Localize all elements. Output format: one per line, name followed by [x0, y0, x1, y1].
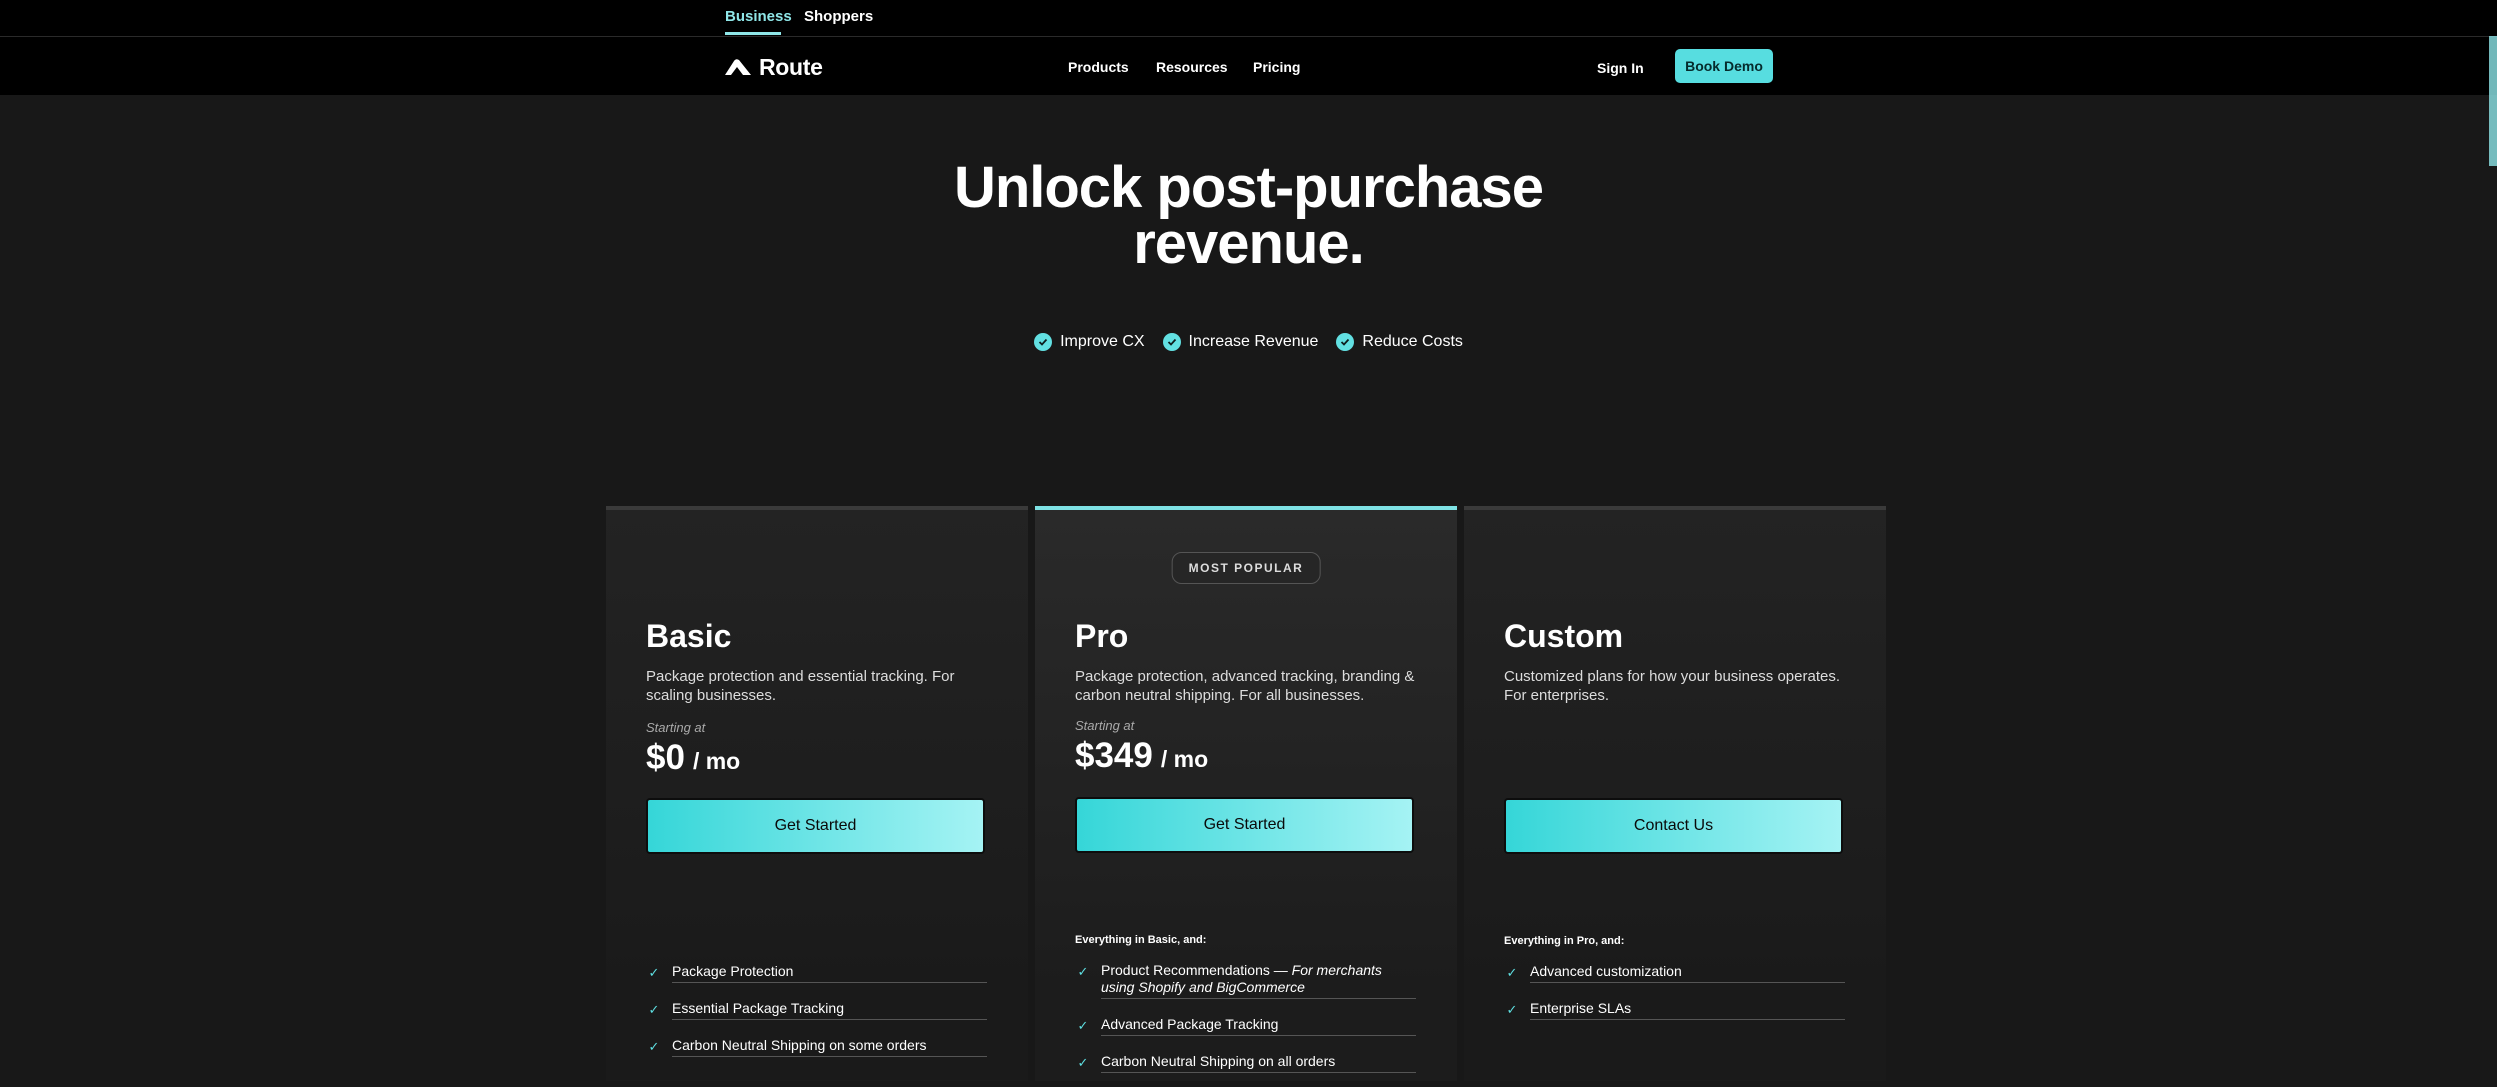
benefit-label: Improve CX: [1060, 333, 1145, 350]
plan-name: Custom: [1504, 618, 1624, 654]
page-title: Unlock post-purchase revenue.: [0, 155, 2497, 276]
plan-price: $0 / mo: [646, 738, 740, 778]
list-item: ✓ Product Recommendations — For merchant…: [1075, 959, 1416, 1005]
sign-in-link[interactable]: Sign In: [1597, 60, 1644, 76]
list-item: ✓ Package Protection: [646, 960, 987, 989]
get-started-button[interactable]: Get Started: [646, 798, 985, 854]
nav-products[interactable]: Products: [1068, 59, 1129, 75]
plan-price: $349 / mo: [1075, 736, 1208, 776]
list-item: ✓ Advanced Package Tracking: [1075, 1013, 1416, 1042]
feature-list: ✓ Package Protection ✓ Essential Package T…: [646, 960, 987, 1071]
most-popular-badge: MOST POPULAR: [1171, 552, 1321, 584]
active-tab-indicator: [725, 32, 781, 35]
list-item: ✓ Enterprise SLAs: [1504, 997, 1845, 1026]
price-amount: $0: [646, 738, 685, 777]
price-period: / mo: [1160, 746, 1209, 772]
tab-shoppers[interactable]: Shoppers: [804, 8, 873, 25]
brand-logo[interactable]: Route: [725, 52, 823, 82]
check-icon: ✓: [648, 1039, 660, 1054]
book-demo-button[interactable]: Book Demo: [1675, 49, 1773, 83]
feature-list: ✓ Product Recommendations — For merchant…: [1075, 959, 1416, 1087]
list-item: ✓ Carbon Neutral Shipping on some orders: [646, 1034, 987, 1063]
page-scrollbar-thumb[interactable]: [2489, 36, 2497, 166]
main-navbar: Route Products Resources Pricing Sign In…: [0, 37, 2497, 95]
features-intro: Everything in Pro, and:: [1504, 935, 1625, 947]
feature-text: Product Recommendations —: [1101, 962, 1288, 978]
check-circle-icon: [1162, 333, 1181, 351]
check-icon: ✓: [1077, 1018, 1089, 1033]
check-icon: ✓: [648, 1002, 660, 1017]
contact-us-button[interactable]: Contact Us: [1504, 798, 1843, 854]
plan-description: Customized plans for how your business o…: [1504, 668, 1841, 704]
brand-wordmark: Route: [759, 53, 823, 80]
plan-description: Package protection and essential trackin…: [646, 668, 955, 704]
list-item: ✓ Carbon Neutral Shipping on all orders: [1075, 1050, 1416, 1079]
check-icon: ✓: [1077, 1055, 1089, 1070]
benefit-badges: Improve CX Increase Revenue Reduce Costs: [0, 333, 2497, 351]
nav-resources[interactable]: Resources: [1156, 59, 1228, 75]
benefit-reduce-costs: Reduce Costs: [1336, 333, 1463, 351]
list-item: ✓ Essential Package Tracking: [646, 997, 987, 1026]
plan-card-custom: Custom Customized plans for how your bus…: [1464, 506, 1886, 1081]
plan-name: Pro: [1075, 618, 1129, 654]
check-circle-icon: [1336, 333, 1355, 351]
page-title-line-2: revenue.: [1133, 211, 1365, 276]
price-period: / mo: [692, 748, 741, 774]
starting-at-label: Starting at: [1075, 718, 1135, 733]
plan-card-pro: MOST POPULAR Pro Package protection, adv…: [1035, 506, 1457, 1081]
benefit-label: Increase Revenue: [1188, 333, 1319, 350]
feature-list: ✓ Advanced customization ✓ Enterprise SLAs: [1504, 960, 1845, 1034]
nav-pricing[interactable]: Pricing: [1253, 59, 1300, 75]
features-intro: Everything in Basic, and:: [1075, 934, 1207, 946]
route-logo-icon: [725, 59, 751, 75]
tab-business[interactable]: Business: [725, 8, 792, 25]
plan-name: Basic: [646, 618, 732, 654]
benefit-increase-revenue: Increase Revenue: [1162, 333, 1319, 351]
plan-card-basic: Basic Package protection and essential t…: [606, 506, 1028, 1081]
price-amount: $349: [1075, 736, 1153, 775]
audience-tabs-bar: Business Shoppers: [0, 0, 2497, 37]
check-icon: ✓: [1077, 964, 1089, 979]
get-started-button[interactable]: Get Started: [1075, 797, 1414, 853]
check-circle-icon: [1034, 333, 1053, 351]
benefit-improve-cx: Improve CX: [1034, 333, 1145, 351]
benefit-label: Reduce Costs: [1362, 333, 1463, 350]
list-item: ✓ Advanced customization: [1504, 960, 1845, 989]
page-title-line-1: Unlock post-purchase: [953, 155, 1544, 220]
starting-at-label: Starting at: [646, 720, 706, 735]
check-icon: ✓: [648, 965, 660, 980]
check-icon: ✓: [1506, 965, 1518, 980]
plan-description: Package protection, advanced tracking, b…: [1075, 668, 1415, 704]
check-icon: ✓: [1506, 1002, 1518, 1017]
